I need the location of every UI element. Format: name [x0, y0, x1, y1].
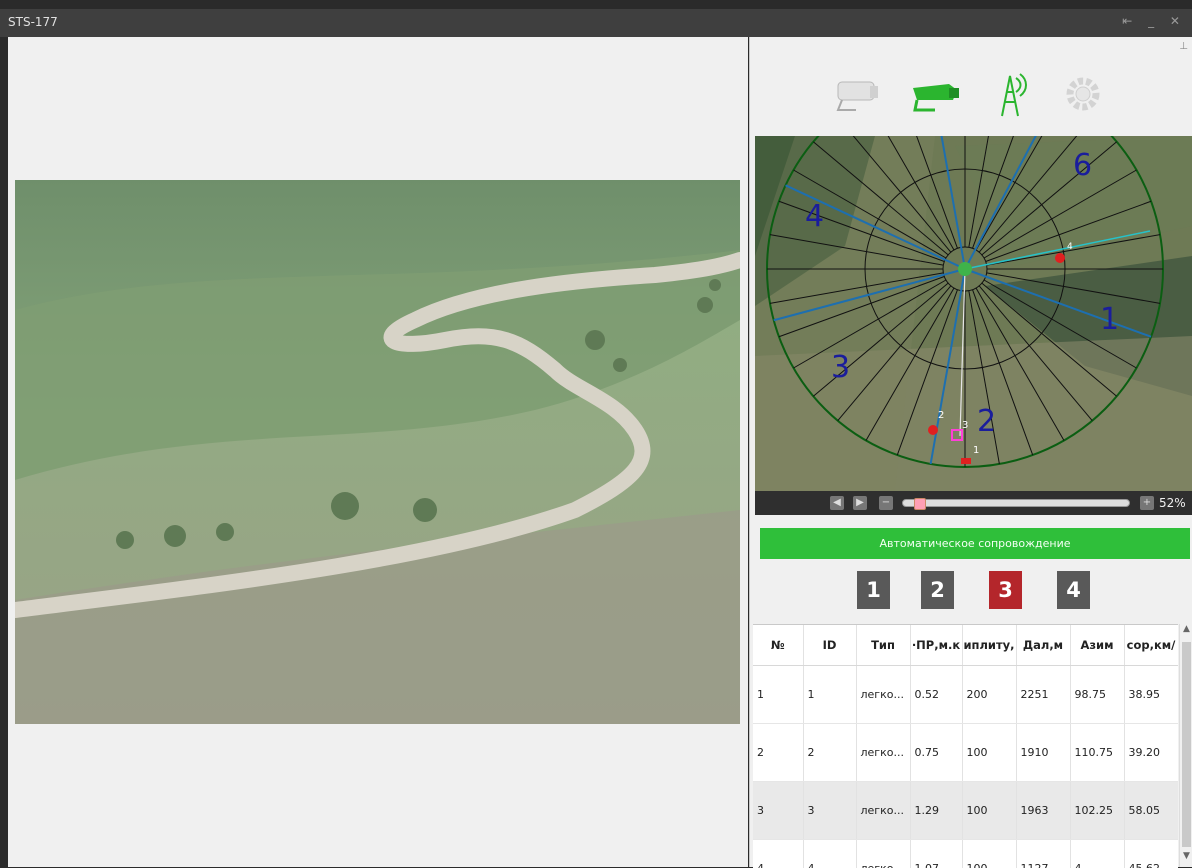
column-header[interactable]: Азим [1070, 625, 1124, 666]
target-marker [961, 458, 971, 464]
zoom-in-icon[interactable]: + [1140, 496, 1154, 510]
table-cell: 3 [803, 782, 856, 840]
table-cell: 4 [753, 840, 803, 868]
table-cell: 38.95 [1124, 666, 1178, 724]
table-row[interactable]: 3 3 легко... 1.29 100 1963 102.25 58.05 [753, 782, 1178, 840]
table-cell: легко... [856, 666, 910, 724]
scroll-up-icon[interactable]: ▲ [1180, 624, 1192, 640]
table-cell: 2 [803, 724, 856, 782]
table-cell: 4 [803, 840, 856, 868]
window-title: STS-177 [8, 15, 58, 29]
table-row[interactable]: 1 1 легко... 0.52 200 2251 98.75 38.95 [753, 666, 1178, 724]
table-cell: 100 [962, 724, 1016, 782]
table-cell: 45.62 [1124, 840, 1178, 868]
table-cell: 1 [803, 666, 856, 724]
table-cell: 102.25 [1070, 782, 1124, 840]
column-header[interactable]: Тип [856, 625, 910, 666]
table-cell: 200 [962, 666, 1016, 724]
table-cell: 0.75 [910, 724, 962, 782]
scroll-down-icon[interactable]: ▼ [1180, 851, 1192, 867]
table-cell: 1127 [1016, 840, 1070, 868]
targets-table: № ID Тип ·ПР,м.к иплиту, Дал,м Азим сор,… [753, 624, 1178, 868]
video-landscape [15, 180, 740, 724]
target-label: 4 [1067, 242, 1073, 252]
column-header[interactable]: Дал,м [1016, 625, 1070, 666]
zoom-out-icon[interactable]: − [879, 496, 893, 510]
table-cell: легко... [856, 782, 910, 840]
table-row[interactable]: 2 2 легко... 0.75 100 1910 110.75 39.20 [753, 724, 1178, 782]
table-cell: 1963 [1016, 782, 1070, 840]
sector-button-3[interactable]: 3 [989, 571, 1022, 609]
camera-video-feed[interactable] [15, 180, 740, 724]
prev-icon[interactable]: ◀ [830, 496, 844, 510]
settings-gear-icon[interactable] [1053, 70, 1113, 120]
table-cell: 4 [1070, 840, 1124, 868]
table-cell: 100 [962, 840, 1016, 868]
title-bar: STS-177 ⇤ _ ✕ [0, 0, 1192, 37]
table-cell: 39.20 [1124, 724, 1178, 782]
table-scrollbar[interactable]: ▲ ▼ [1179, 624, 1192, 867]
table-cell: 1910 [1016, 724, 1070, 782]
next-icon[interactable]: ▶ [853, 496, 867, 510]
sector-label: 4 [805, 199, 824, 234]
table-cell: легко... [856, 840, 910, 868]
table-header-row: № ID Тип ·ПР,м.к иплиту, Дал,м Азим сор,… [753, 625, 1178, 666]
table-cell: 58.05 [1124, 782, 1178, 840]
sector-label: 3 [831, 350, 850, 385]
column-header[interactable]: иплиту, [962, 625, 1016, 666]
target-marker [1055, 253, 1065, 263]
table-cell: 100 [962, 782, 1016, 840]
zoom-slider-knob[interactable] [914, 498, 926, 510]
camera-green-icon[interactable] [905, 70, 965, 120]
scroll-thumb[interactable] [1182, 642, 1191, 847]
zoom-value: 52% [1159, 496, 1186, 510]
pin-icon[interactable]: ⊥ [1179, 41, 1188, 52]
column-header[interactable]: ID [803, 625, 856, 666]
table-cell: 1.29 [910, 782, 962, 840]
sector-button-2[interactable]: 2 [921, 571, 954, 609]
table-cell: 1.07 [910, 840, 962, 868]
column-header[interactable]: ·ПР,м.к [910, 625, 962, 666]
sector-button-1[interactable]: 1 [857, 571, 890, 609]
table-cell: легко... [856, 724, 910, 782]
sector-button-4[interactable]: 4 [1057, 571, 1090, 609]
target-label: 1 [973, 445, 979, 456]
mode-toolbar [828, 70, 1118, 120]
column-header[interactable]: сор,км/ [1124, 625, 1178, 666]
table-cell: 110.75 [1070, 724, 1124, 782]
zoom-slider[interactable] [902, 499, 1130, 507]
table-cell: 98.75 [1070, 666, 1124, 724]
target-marker [928, 425, 938, 435]
sector-label: 2 [977, 404, 996, 439]
radar-overlay [755, 136, 1192, 491]
radar-map[interactable]: 6 4 1 3 2 4 2 3 1 [755, 136, 1192, 491]
target-label: 3 [962, 420, 968, 431]
map-zoom-bar: ◀ ▶ − + 52% [755, 491, 1192, 515]
table-cell: 3 [753, 782, 803, 840]
auto-tracking-button[interactable]: Автоматическое сопровождение [760, 528, 1190, 559]
window-controls[interactable]: ⇤ _ ✕ [1122, 14, 1186, 28]
sector-label: 1 [1100, 302, 1119, 337]
table-cell: 1 [753, 666, 803, 724]
table-cell: 2251 [1016, 666, 1070, 724]
column-header[interactable]: № [753, 625, 803, 666]
camera-white-icon[interactable] [828, 70, 888, 120]
sector-label: 6 [1073, 148, 1092, 183]
radio-tower-icon[interactable] [980, 70, 1040, 120]
table-row[interactable]: 4 4 легко... 1.07 100 1127 4 45.62 [753, 840, 1178, 868]
radar-center [958, 262, 972, 276]
table-cell: 2 [753, 724, 803, 782]
table-cell: 0.52 [910, 666, 962, 724]
target-label: 2 [938, 410, 944, 421]
